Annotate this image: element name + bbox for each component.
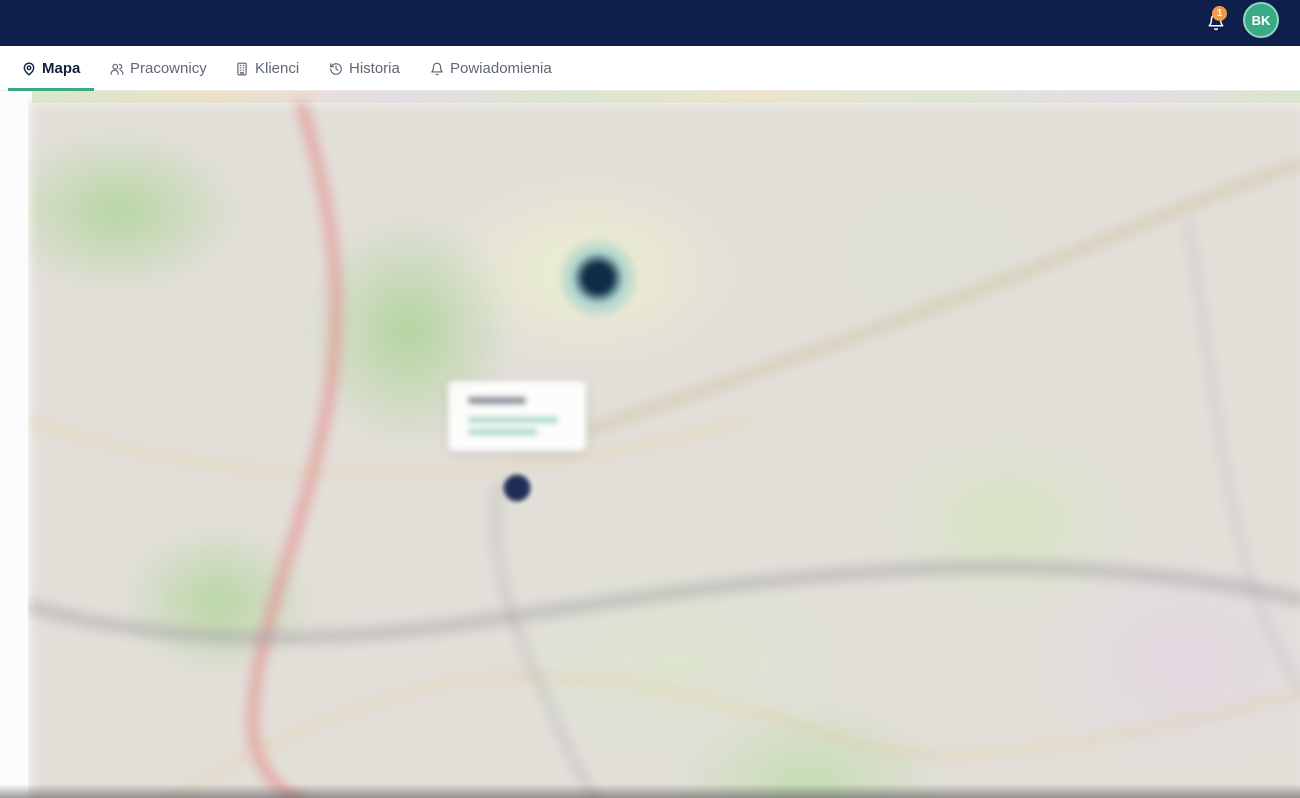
map-bottom-shadow [0, 784, 1300, 798]
map-roads [28, 101, 1300, 798]
main-navigation: Mapa Pracownicy Klienci Historia Powiado… [0, 46, 1300, 91]
popup-title [468, 397, 526, 404]
popup-detail [468, 417, 558, 423]
tab-label: Mapa [42, 60, 81, 77]
marker-popup[interactable] [448, 381, 586, 451]
popup-detail [468, 429, 538, 435]
map-pin-icon [23, 62, 35, 76]
tab-label: Historia [349, 60, 400, 77]
user-avatar[interactable]: BK [1243, 2, 1279, 38]
map-container[interactable] [0, 91, 1300, 798]
tab-klienci[interactable]: Klienci [221, 46, 313, 91]
users-icon [110, 63, 124, 75]
notification-count-badge: 1 [1212, 6, 1227, 21]
building-icon [237, 62, 247, 75]
bell-icon [431, 62, 443, 75]
history-icon [330, 62, 342, 75]
top-header-bar: 1 BK [0, 0, 1300, 46]
map-canvas[interactable] [28, 101, 1300, 798]
tab-pracownicy[interactable]: Pracownicy [96, 46, 221, 91]
tab-mapa[interactable]: Mapa [8, 46, 95, 91]
tab-label: Klienci [255, 60, 300, 77]
tab-powiadomienia[interactable]: Powiadomienia [416, 46, 566, 91]
tab-label: Powiadomienia [450, 60, 552, 77]
location-marker[interactable] [502, 473, 532, 503]
map-left-margin [0, 91, 28, 798]
tab-label: Pracownicy [130, 60, 207, 77]
tab-historia[interactable]: Historia [315, 46, 414, 91]
location-cluster-marker[interactable] [558, 238, 638, 318]
